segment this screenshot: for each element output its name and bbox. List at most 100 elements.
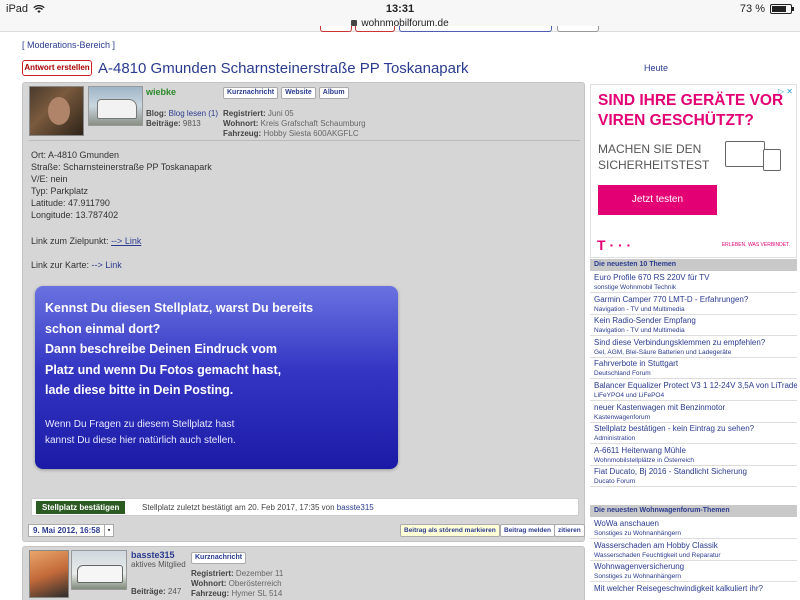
- report-post-button[interactable]: Beitrag melden: [500, 524, 555, 537]
- topic-title[interactable]: Stellplatz bestätigen - kein Eintrag zu …: [594, 423, 797, 434]
- post-body: Ort: A-4810 Gmunden Straße: Scharnsteine…: [31, 150, 212, 220]
- divider: [29, 140, 580, 141]
- topic-item[interactable]: Fiat Ducato, Bj 2016 - Standlicht Sicher…: [590, 466, 797, 488]
- ad-headline-line: SIND IHRE GERÄTE VOR: [598, 92, 784, 109]
- blog-link[interactable]: Blog lesen (1): [169, 109, 218, 118]
- author-posts: Beiträge: 247: [131, 587, 181, 596]
- topic-category[interactable]: Sonstiges zu Wohnanhängern: [594, 572, 797, 581]
- topic-title[interactable]: Balancer Equalizer Protect V3 1 12-24V 3…: [594, 380, 797, 391]
- topic-title[interactable]: Fahrverbote in Stuttgart: [594, 358, 797, 369]
- topic-title[interactable]: Euro Profile 670 RS 220V für TV: [594, 272, 797, 283]
- private-message-button[interactable]: Kurznachricht: [191, 552, 247, 564]
- topic-category[interactable]: LiFeYPO4 und LiFePO4: [594, 391, 797, 400]
- target-link-line: Link zum Zielpunkt: --> Link: [31, 236, 141, 246]
- topic-category[interactable]: Administration: [594, 434, 797, 443]
- topic-item[interactable]: Stellplatz bestätigen - kein Eintrag zu …: [590, 423, 797, 445]
- avatar[interactable]: [29, 86, 84, 136]
- vehicle-value: Hymer SL 514: [231, 589, 283, 598]
- post: basste315 aktives Mitglied Beiträge: 247…: [22, 546, 585, 600]
- topic-title[interactable]: A-6611 Heiterwang Mühle: [594, 445, 797, 456]
- author-stats: Blog: Blog lesen (1) Beiträge: 9813: [146, 109, 218, 129]
- topic-item[interactable]: Wohnwagenversicherung Sonstiges zu Wohnan…: [590, 561, 797, 583]
- registered-label: Registriert:: [191, 569, 234, 578]
- topic-item[interactable]: neuer Kastenwagen mit Benzinmotor Kastenw…: [590, 401, 797, 423]
- ad-tagline: ERLEBEN, WAS VERBINDET.: [721, 242, 790, 248]
- website-button[interactable]: Website: [281, 87, 316, 99]
- confirm-user-link[interactable]: basste315: [337, 503, 374, 512]
- reply-button[interactable]: Antwort erstellen: [22, 60, 92, 76]
- topic-title[interactable]: Sind diese Verbindungsklemmen zu empfehl…: [594, 337, 797, 348]
- vehicle-photo[interactable]: [71, 550, 127, 590]
- author-role: aktives Mitglied: [131, 560, 186, 569]
- topic-item[interactable]: Euro Profile 670 RS 220V für TV sonstige …: [590, 272, 797, 293]
- toolbar-button-peek[interactable]: [557, 26, 599, 32]
- topic-item[interactable]: A-6611 Heiterwang Mühle Wohnmobilstellplä…: [590, 444, 797, 466]
- topic-item[interactable]: Kein Radio-Sender Empfang Navigation - TV…: [590, 315, 797, 337]
- topic-item[interactable]: WoWa anschauen Sonstiges zu Wohnanhängern: [590, 518, 797, 539]
- topic-item[interactable]: Garmin Camper 770 LMT-D - Erfahrungen? Na…: [590, 293, 797, 315]
- album-button[interactable]: Album: [318, 87, 349, 99]
- moderation-link[interactable]: [ Moderations-Bereich ]: [22, 40, 115, 50]
- confirm-status-text: Stellplatz zuletzt bestätigt am 20. Feb …: [142, 503, 335, 512]
- today-link[interactable]: Heute: [644, 63, 668, 73]
- topic-title[interactable]: WoWa anschauen: [594, 518, 797, 529]
- vehicle-label: Fahrzeug:: [191, 589, 230, 598]
- topic-category[interactable]: Wohnmobilstellplätze in Österreich: [594, 456, 797, 465]
- topic-title[interactable]: neuer Kastenwagen mit Benzinmotor: [594, 402, 797, 413]
- topic-title[interactable]: Wohnwagenversicherung: [594, 561, 797, 572]
- ad-headline-line: VIREN GESCHÜTZT?: [598, 112, 754, 129]
- mark-disturbing-button[interactable]: Beitrag als störend markieren: [400, 524, 500, 537]
- registered-value: Dezember 11: [235, 569, 284, 578]
- promo-main-text: Kennst Du diesen Stellplatz, warst Du be…: [45, 298, 313, 401]
- telekom-ad[interactable]: ▷ ✕ SIND IHRE GERÄTE VOR VIREN GESCHÜTZT…: [590, 84, 797, 258]
- topic-item[interactable]: Mit welcher Reisegeschwindigkeit kalkuli…: [590, 582, 797, 600]
- post-author[interactable]: basste315: [131, 550, 175, 560]
- vehicle-photo[interactable]: [88, 86, 143, 126]
- topic-category[interactable]: Kastenwagenforum: [594, 413, 797, 422]
- topic-category[interactable]: Navigation - TV und Multimedia: [594, 305, 797, 314]
- latest-topics-header: Die neuesten 10 Themen: [590, 259, 797, 271]
- map-link[interactable]: --> Link: [92, 260, 122, 270]
- post-author[interactable]: wiebke: [146, 87, 176, 97]
- target-label: Link zum Zielpunkt:: [31, 236, 109, 246]
- topic-item[interactable]: Fahrverbote in Stuttgart Deutschland Foru…: [590, 358, 797, 380]
- post-date[interactable]: 9. Mai 2012, 16:58: [28, 524, 106, 537]
- topic-item[interactable]: Sind diese Verbindungsklemmen zu empfehl…: [590, 336, 797, 358]
- posts-label: Beiträge:: [131, 587, 166, 596]
- private-message-button[interactable]: Kurznachricht: [223, 87, 279, 99]
- confirm-stellplatz-button[interactable]: Stellplatz bestätigen: [36, 501, 126, 514]
- search-field-peek[interactable]: [399, 26, 552, 32]
- target-link[interactable]: --> Link: [111, 236, 141, 246]
- location-value: Oberösterreich: [228, 579, 282, 588]
- topic-category[interactable]: Wasserschaden Feuchtigkeit und Reparatur: [594, 551, 797, 560]
- ad-cta-button[interactable]: Jetzt testen: [598, 185, 717, 215]
- registered-value: Juni 05: [267, 109, 294, 118]
- author-buttons: Kurznachricht Website Album: [223, 87, 349, 99]
- topic-category[interactable]: Sonstiges zu Wohnanhängern: [594, 529, 797, 538]
- quote-button[interactable]: zitieren: [554, 524, 585, 537]
- topic-category[interactable]: Navigation - TV und Multimedia: [594, 326, 797, 335]
- ad-subline: MACHEN SIE DEN SICHERHEITSTEST: [598, 141, 709, 173]
- toolbar-button-peek[interactable]: [320, 26, 352, 32]
- topic-category[interactable]: sonstige Wohnmobil Technik: [594, 283, 797, 292]
- topic-title[interactable]: Fiat Ducato, Bj 2016 - Standlicht Sicher…: [594, 466, 797, 477]
- author-meta: Registriert: Dezember 11 Wohnort: Oberös…: [191, 569, 283, 599]
- topic-category[interactable]: Deutschland Forum: [594, 369, 797, 378]
- topic-item[interactable]: Wasserschaden am Hobby Classik Wasserscha…: [590, 539, 797, 561]
- location-value: Kreis Grafschaft Schaumburg: [260, 119, 366, 128]
- topic-category[interactable]: Gel, AGM, Blei-Säure Batterien und Ladeg…: [594, 348, 797, 357]
- topic-title[interactable]: Wasserschaden am Hobby Classik: [594, 540, 797, 551]
- avatar[interactable]: [29, 550, 69, 598]
- topic-item[interactable]: Balancer Equalizer Protect V3 1 12-24V 3…: [590, 380, 797, 401]
- location-label: Wohnort:: [223, 119, 259, 128]
- telekom-logo: T · · ·: [597, 237, 632, 253]
- caravan-topics-header: Die neuesten Wohnwagenforum-Themen: [590, 505, 797, 517]
- topic-title[interactable]: Kein Radio-Sender Empfang: [594, 315, 797, 326]
- toolbar-button-peek[interactable]: [355, 26, 395, 32]
- topic-title[interactable]: Garmin Camper 770 LMT-D - Erfahrungen?: [594, 294, 797, 305]
- topic-title[interactable]: Mit welcher Reisegeschwindigkeit kalkuli…: [594, 583, 797, 594]
- promo-line: Dann beschreibe Deinen Eindruck vom: [45, 342, 278, 356]
- ad-sub-line: SICHERHEITSTEST: [598, 158, 710, 172]
- topic-category[interactable]: Ducato Forum: [594, 477, 797, 486]
- post-permalink-button[interactable]: ▪: [104, 524, 114, 537]
